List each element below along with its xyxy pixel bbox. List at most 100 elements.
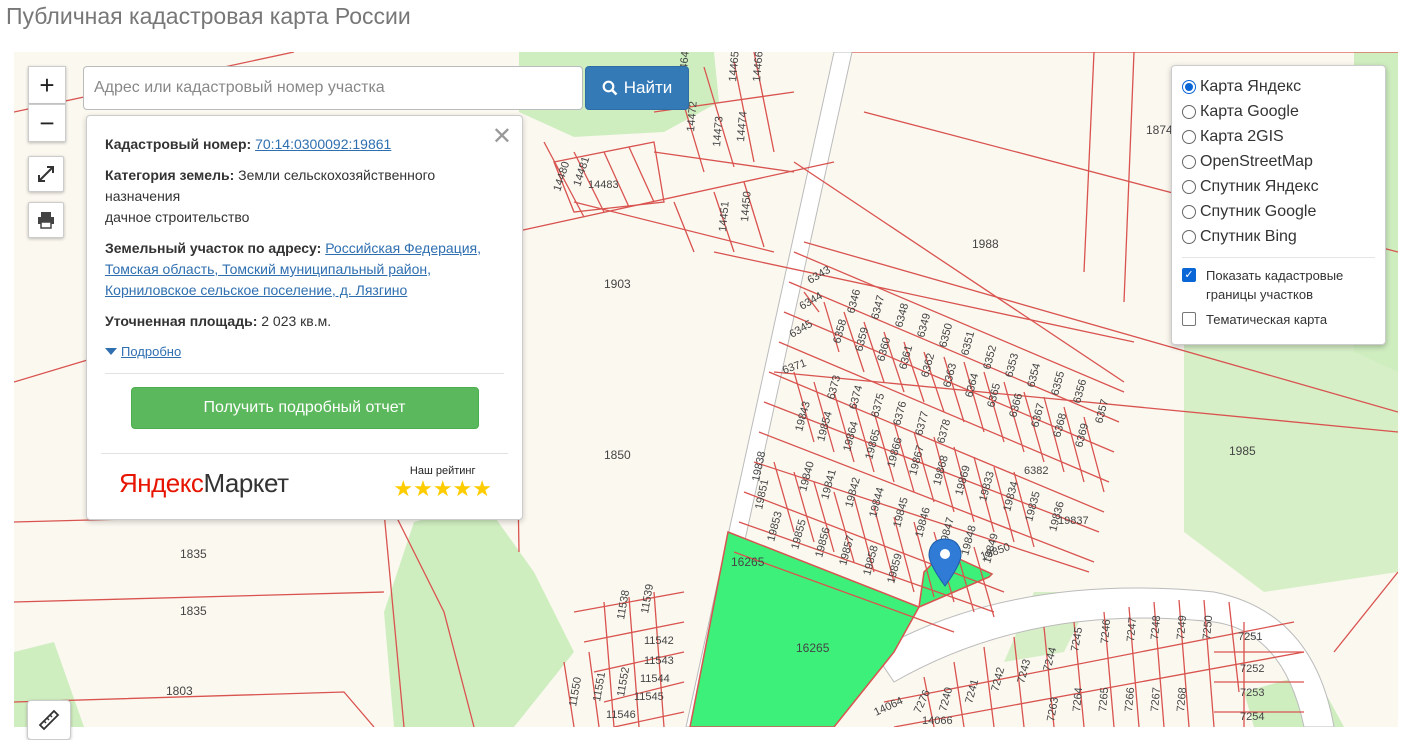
label: 6357 — [1093, 398, 1111, 425]
address-label: Земельный участок по адресу: — [105, 240, 322, 256]
label: 6377 — [913, 410, 931, 437]
layer-label: Спутник Bing — [1200, 227, 1297, 245]
radio-icon — [1182, 204, 1196, 219]
label: 6367 — [1029, 402, 1047, 429]
label: 14450 — [739, 191, 754, 223]
label: 6360 — [875, 336, 893, 363]
zoom-out-button[interactable]: − — [28, 104, 66, 142]
label: 7265 — [1097, 687, 1111, 712]
label-16265: 16265 — [731, 555, 765, 569]
layer-label: Спутник Google — [1200, 202, 1317, 220]
measure-button[interactable] — [27, 700, 71, 740]
label: 19841 — [819, 468, 839, 501]
checkbox-checked-icon: ✓ — [1182, 268, 1196, 282]
label: 14473 — [711, 116, 726, 148]
label: 7263 — [1045, 696, 1061, 722]
cadastral-number-link[interactable]: 70:14:0300092:19861 — [255, 136, 391, 152]
yandex-market-logo[interactable]: ЯндексМаркет — [119, 467, 289, 499]
label: 19842 — [843, 476, 863, 509]
label: 11542 — [644, 635, 674, 647]
label: 7252 — [1240, 663, 1264, 675]
thematic-map-checkbox[interactable]: Тематическая карта — [1182, 310, 1375, 329]
search-button[interactable]: Найти — [585, 66, 689, 110]
radio-icon — [1182, 104, 1196, 119]
ruler-icon — [38, 709, 60, 731]
label: 7243 — [1015, 658, 1033, 685]
label: 6346 — [845, 288, 863, 315]
print-button[interactable] — [28, 202, 64, 238]
layer-option-yandex-satellite[interactable]: Спутник Яндекс — [1182, 174, 1375, 199]
label: 11552 — [615, 666, 632, 697]
area-value: 2 023 кв.м. — [261, 313, 332, 329]
label: 6366 — [1007, 392, 1025, 419]
label: 6375 — [869, 392, 887, 419]
label: 19834 — [1001, 480, 1021, 513]
label-1903: 1903 — [604, 277, 631, 291]
label: 11538 — [615, 589, 632, 620]
label: 6349 — [915, 312, 933, 339]
label: 6350 — [937, 322, 955, 349]
label: 11539 — [639, 583, 656, 614]
land-use-value: дачное строительство — [105, 209, 250, 225]
label: 7267 — [1149, 687, 1163, 712]
layer-option-yandex-map[interactable]: Карта Яндекс — [1182, 74, 1375, 99]
fullscreen-button[interactable] — [28, 156, 64, 192]
label: 6359 — [853, 326, 871, 353]
label: 19853 — [765, 510, 785, 543]
radio-icon — [1182, 129, 1196, 144]
show-borders-checkbox[interactable]: ✓ Показать кадастровые границы участков — [1182, 266, 1375, 304]
label: 6343 — [806, 264, 833, 287]
label: 14064 — [872, 695, 905, 719]
triangle-down-icon — [105, 348, 117, 355]
label: 7266 — [1123, 687, 1137, 712]
layer-option-bing-satellite[interactable]: Спутник Bing — [1182, 224, 1375, 249]
logo-ya: Яндекс — [119, 467, 204, 498]
get-report-button[interactable]: Получить подробный отчет — [130, 387, 479, 429]
label: 6354 — [1025, 362, 1043, 389]
layer-option-openstreetmap[interactable]: OpenStreetMap — [1182, 149, 1375, 174]
label: 11551 — [591, 671, 608, 702]
layer-option-google-satellite[interactable]: Спутник Google — [1182, 199, 1375, 224]
close-icon[interactable]: ✕ — [492, 122, 512, 151]
label: 11545 — [634, 691, 664, 703]
label: 6356 — [1071, 378, 1089, 405]
more-details-link[interactable]: Подробно — [105, 344, 181, 359]
label: 7249 — [1175, 615, 1189, 640]
label: 14483 — [588, 179, 619, 191]
rating-block[interactable]: Наш рейтинг ★★★★★ — [393, 465, 492, 501]
layer-label: OpenStreetMap — [1200, 152, 1313, 170]
layer-option-google-map[interactable]: Карта Google — [1182, 99, 1375, 124]
label: 19867 — [907, 444, 927, 477]
star-rating-icon: ★★★★★ — [393, 476, 492, 501]
layer-option-2gis-map[interactable]: Карта 2GIS — [1182, 124, 1375, 149]
parcel-info-panel: ✕ Кадастровый номер: 70:14:0300092:19861… — [86, 115, 523, 520]
label-1835: 1835 — [180, 604, 207, 618]
show-borders-label: Показать кадастровые границы участков — [1206, 268, 1344, 302]
divider — [105, 373, 504, 374]
label: 19846 — [913, 506, 933, 539]
label: 6374 — [847, 384, 865, 411]
label: 19865 — [863, 428, 883, 461]
layer-label: Карта 2GIS — [1200, 127, 1284, 145]
label: 19858 — [861, 544, 881, 577]
label: 19844 — [867, 486, 887, 519]
label: 19864 — [841, 420, 861, 453]
search-input[interactable] — [83, 66, 583, 110]
label: 19868 — [931, 454, 951, 487]
label: 7276 — [912, 688, 933, 715]
checkbox-icon — [1182, 312, 1196, 326]
radio-icon — [1182, 79, 1196, 94]
search-icon — [602, 80, 618, 96]
label: 6352 — [981, 344, 999, 371]
label: 19835 — [1023, 490, 1043, 523]
label: 6355 — [1049, 370, 1067, 397]
label: 7268 — [1175, 687, 1189, 712]
label-1835: 1835 — [180, 547, 207, 561]
parcel-16265[interactable] — [689, 530, 921, 727]
zoom-in-button[interactable]: + — [28, 66, 66, 104]
label: 6347 — [869, 294, 887, 321]
more-details-label: Подробно — [121, 344, 182, 359]
label: 19837 — [1058, 515, 1089, 527]
label: 7240 — [937, 686, 955, 713]
address-row: Земельный участок по адресу: Российская … — [105, 238, 504, 301]
